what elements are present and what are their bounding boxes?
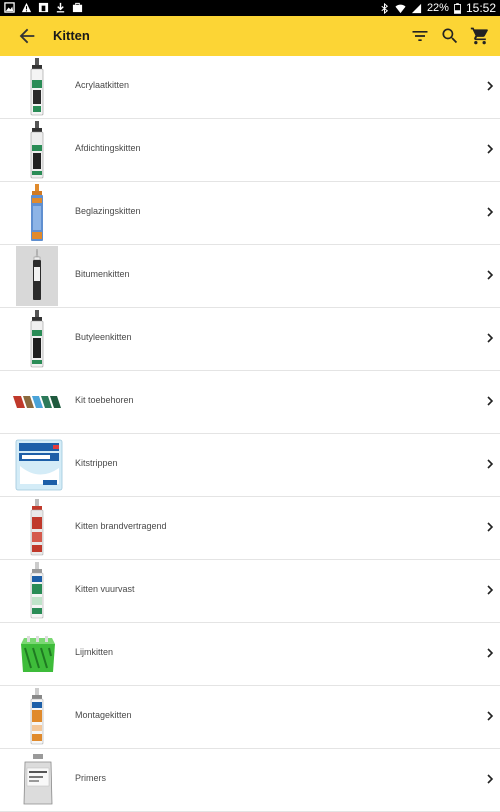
- list-item-label: Kitten brandvertragend: [75, 521, 167, 531]
- filter-icon[interactable]: [410, 26, 430, 46]
- list-item[interactable]: Kit toebehoren: [0, 371, 500, 434]
- product-thumbnail: [16, 309, 58, 369]
- product-thumbnail: [16, 120, 58, 180]
- chevron-right-icon: [487, 711, 494, 721]
- chevron-right-icon: [487, 396, 494, 406]
- system-icons: 22% 15:52: [379, 1, 496, 15]
- list-item-label: Beglazingskitten: [75, 206, 141, 216]
- warning-icon: [21, 2, 32, 13]
- chevron-right-icon: [487, 459, 494, 469]
- list-item[interactable]: Acrylaatkitten: [0, 56, 500, 119]
- chevron-right-icon: [487, 81, 494, 91]
- product-thumbnail: [16, 498, 58, 558]
- chevron-right-icon: [487, 333, 494, 343]
- list-item-label: Primers: [75, 773, 106, 783]
- calendar-icon: [38, 2, 49, 13]
- list-item[interactable]: Beglazingskitten: [0, 182, 500, 245]
- product-thumbnail: [14, 435, 64, 495]
- list-item-label: Kitstrippen: [75, 458, 118, 468]
- list-item-label: Lijmkitten: [75, 647, 114, 657]
- product-thumbnail: [10, 372, 66, 432]
- product-thumbnail: [18, 624, 58, 684]
- chevron-right-icon: [487, 270, 494, 280]
- download-icon: [56, 2, 65, 13]
- list-item[interactable]: Kitten brandvertragend: [0, 497, 500, 560]
- battery-percent: 22%: [426, 2, 449, 14]
- cart-icon[interactable]: [470, 26, 490, 46]
- chevron-right-icon: [487, 144, 494, 154]
- back-arrow-icon[interactable]: [16, 25, 38, 47]
- list-item[interactable]: Afdichtingskitten: [0, 119, 500, 182]
- list-item-label: Bitumenkitten: [75, 269, 130, 279]
- category-list: Acrylaatkitten Afdichtingskitten Beglazi…: [0, 56, 500, 812]
- list-item-label: Butyleenkitten: [75, 332, 132, 342]
- list-item-label: Afdichtingskitten: [75, 143, 141, 153]
- chevron-right-icon: [487, 522, 494, 532]
- list-item[interactable]: Lijmkitten: [0, 623, 500, 686]
- page-title: Kitten: [53, 28, 90, 43]
- list-item-label: Kit toebehoren: [75, 395, 134, 405]
- list-item[interactable]: Primers: [0, 749, 500, 812]
- search-icon[interactable]: [440, 26, 460, 46]
- chevron-right-icon: [487, 207, 494, 217]
- list-item-label: Kitten vuurvast: [75, 584, 135, 594]
- product-thumbnail: [16, 183, 58, 243]
- image-icon: [4, 2, 15, 13]
- list-item[interactable]: Kitstrippen: [0, 434, 500, 497]
- list-item[interactable]: Bitumenkitten: [0, 245, 500, 308]
- product-thumbnail: [16, 57, 58, 117]
- wifi-icon: [395, 4, 406, 13]
- list-item-label: Montagekitten: [75, 710, 132, 720]
- chevron-right-icon: [487, 774, 494, 784]
- chevron-right-icon: [487, 585, 494, 595]
- bag-icon: [72, 2, 83, 13]
- product-thumbnail: [16, 246, 58, 306]
- signal-icon: [411, 3, 422, 13]
- app-bar: Kitten: [0, 16, 500, 56]
- chevron-right-icon: [487, 648, 494, 658]
- list-item[interactable]: Montagekitten: [0, 686, 500, 749]
- battery-icon: [453, 2, 461, 14]
- notification-icons: [4, 2, 83, 13]
- product-thumbnail: [20, 750, 56, 810]
- list-item[interactable]: Butyleenkitten: [0, 308, 500, 371]
- bluetooth-icon: [381, 2, 388, 14]
- product-thumbnail: [16, 561, 58, 621]
- list-item[interactable]: Kitten vuurvast: [0, 560, 500, 623]
- clock: 15:52: [465, 1, 496, 15]
- status-bar: 22% 15:52: [0, 0, 500, 16]
- list-item-label: Acrylaatkitten: [75, 80, 130, 90]
- product-thumbnail: [16, 687, 58, 747]
